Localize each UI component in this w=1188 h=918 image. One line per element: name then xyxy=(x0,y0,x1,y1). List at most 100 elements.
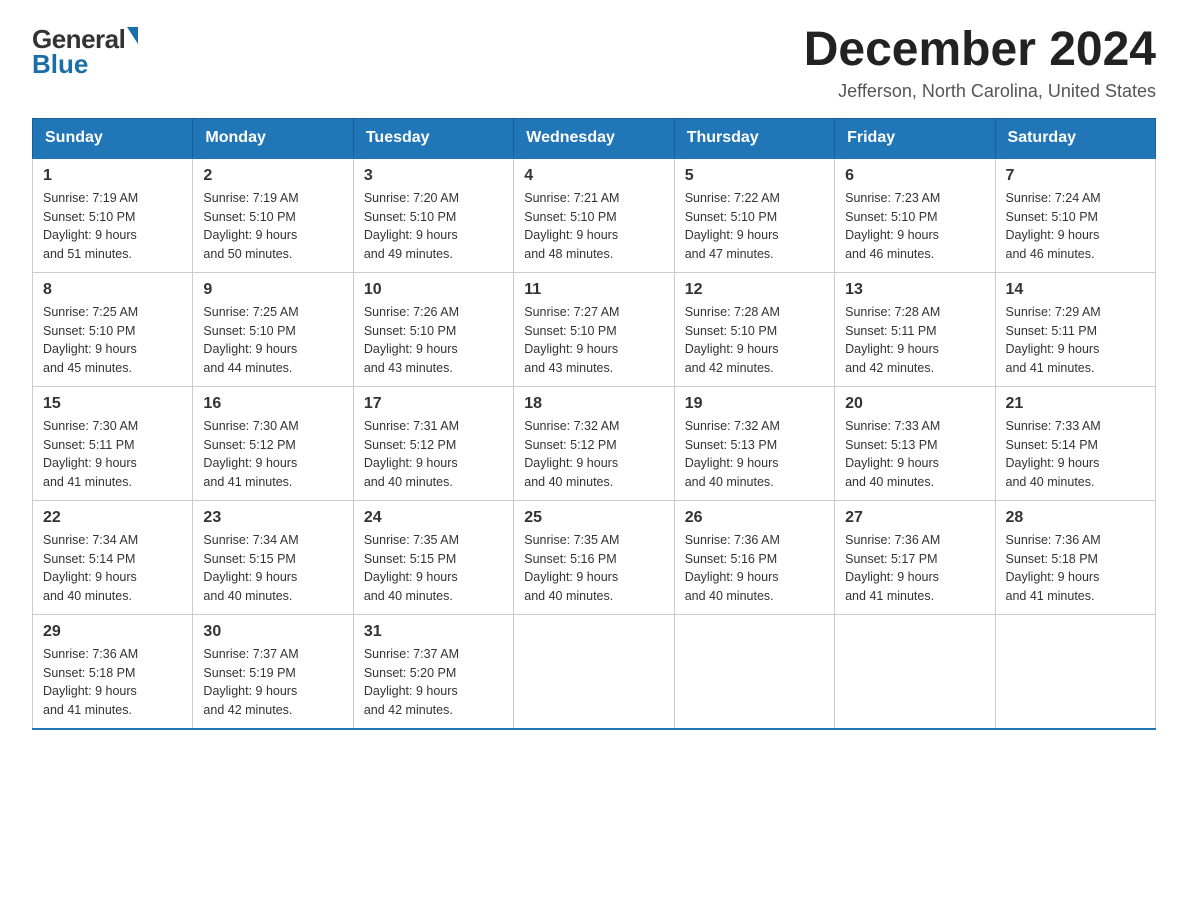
sunrise-label: Sunrise: 7:19 AM xyxy=(43,191,138,205)
daylight-minutes: and 40 minutes. xyxy=(685,475,774,489)
sunrise-label: Sunrise: 7:35 AM xyxy=(364,533,459,547)
daylight-label: Daylight: 9 hours xyxy=(364,342,458,356)
sunset-label: Sunset: 5:10 PM xyxy=(203,324,295,338)
logo-blue-text: Blue xyxy=(32,49,88,80)
day-info: Sunrise: 7:35 AM Sunset: 5:16 PM Dayligh… xyxy=(524,531,663,606)
sunset-label: Sunset: 5:10 PM xyxy=(43,324,135,338)
day-number: 14 xyxy=(1006,281,1145,299)
daylight-minutes: and 40 minutes. xyxy=(203,589,292,603)
sunset-label: Sunset: 5:10 PM xyxy=(845,210,937,224)
daylight-label: Daylight: 9 hours xyxy=(845,570,939,584)
sunset-label: Sunset: 5:11 PM xyxy=(43,438,135,452)
sunset-label: Sunset: 5:10 PM xyxy=(524,210,616,224)
daylight-minutes: and 40 minutes. xyxy=(364,475,453,489)
calendar-day-cell: 27 Sunrise: 7:36 AM Sunset: 5:17 PM Dayl… xyxy=(835,500,995,614)
daylight-minutes: and 42 minutes. xyxy=(845,361,934,375)
sunset-label: Sunset: 5:10 PM xyxy=(524,324,616,338)
day-number: 28 xyxy=(1006,509,1145,527)
sunrise-label: Sunrise: 7:32 AM xyxy=(524,419,619,433)
daylight-minutes: and 46 minutes. xyxy=(1006,247,1095,261)
day-info: Sunrise: 7:31 AM Sunset: 5:12 PM Dayligh… xyxy=(364,417,503,492)
sunset-label: Sunset: 5:10 PM xyxy=(364,324,456,338)
sunrise-label: Sunrise: 7:33 AM xyxy=(845,419,940,433)
calendar-day-cell: 25 Sunrise: 7:35 AM Sunset: 5:16 PM Dayl… xyxy=(514,500,674,614)
day-of-week-header-saturday: Saturday xyxy=(995,118,1155,158)
calendar-day-cell: 11 Sunrise: 7:27 AM Sunset: 5:10 PM Dayl… xyxy=(514,272,674,386)
daylight-minutes: and 40 minutes. xyxy=(524,589,613,603)
daylight-label: Daylight: 9 hours xyxy=(203,342,297,356)
sunset-label: Sunset: 5:10 PM xyxy=(203,210,295,224)
calendar-day-cell: 4 Sunrise: 7:21 AM Sunset: 5:10 PM Dayli… xyxy=(514,158,674,273)
sunrise-label: Sunrise: 7:31 AM xyxy=(364,419,459,433)
sunset-label: Sunset: 5:17 PM xyxy=(845,552,937,566)
daylight-label: Daylight: 9 hours xyxy=(43,228,137,242)
sunrise-label: Sunrise: 7:23 AM xyxy=(845,191,940,205)
day-number: 5 xyxy=(685,167,824,185)
sunrise-label: Sunrise: 7:21 AM xyxy=(524,191,619,205)
daylight-label: Daylight: 9 hours xyxy=(1006,456,1100,470)
daylight-minutes: and 48 minutes. xyxy=(524,247,613,261)
day-info: Sunrise: 7:36 AM Sunset: 5:17 PM Dayligh… xyxy=(845,531,984,606)
calendar-day-cell: 21 Sunrise: 7:33 AM Sunset: 5:14 PM Dayl… xyxy=(995,386,1155,500)
calendar-day-cell: 10 Sunrise: 7:26 AM Sunset: 5:10 PM Dayl… xyxy=(353,272,513,386)
calendar-day-cell: 29 Sunrise: 7:36 AM Sunset: 5:18 PM Dayl… xyxy=(33,614,193,729)
daylight-minutes: and 41 minutes. xyxy=(1006,361,1095,375)
sunrise-label: Sunrise: 7:33 AM xyxy=(1006,419,1101,433)
sunset-label: Sunset: 5:16 PM xyxy=(685,552,777,566)
calendar-header: SundayMondayTuesdayWednesdayThursdayFrid… xyxy=(33,118,1156,158)
daylight-minutes: and 41 minutes. xyxy=(43,703,132,717)
calendar-day-cell xyxy=(514,614,674,729)
sunset-label: Sunset: 5:14 PM xyxy=(1006,438,1098,452)
calendar-day-cell: 2 Sunrise: 7:19 AM Sunset: 5:10 PM Dayli… xyxy=(193,158,353,273)
calendar-week-row: 29 Sunrise: 7:36 AM Sunset: 5:18 PM Dayl… xyxy=(33,614,1156,729)
sunrise-label: Sunrise: 7:34 AM xyxy=(43,533,138,547)
sunset-label: Sunset: 5:10 PM xyxy=(685,324,777,338)
day-info: Sunrise: 7:20 AM Sunset: 5:10 PM Dayligh… xyxy=(364,189,503,264)
daylight-label: Daylight: 9 hours xyxy=(364,570,458,584)
sunrise-label: Sunrise: 7:36 AM xyxy=(1006,533,1101,547)
daylight-label: Daylight: 9 hours xyxy=(364,228,458,242)
calendar-day-cell: 14 Sunrise: 7:29 AM Sunset: 5:11 PM Dayl… xyxy=(995,272,1155,386)
day-info: Sunrise: 7:19 AM Sunset: 5:10 PM Dayligh… xyxy=(203,189,342,264)
day-number: 9 xyxy=(203,281,342,299)
sunrise-label: Sunrise: 7:26 AM xyxy=(364,305,459,319)
calendar-day-cell: 26 Sunrise: 7:36 AM Sunset: 5:16 PM Dayl… xyxy=(674,500,834,614)
logo-arrow-icon xyxy=(127,27,138,44)
daylight-minutes: and 41 minutes. xyxy=(43,475,132,489)
day-info: Sunrise: 7:36 AM Sunset: 5:16 PM Dayligh… xyxy=(685,531,824,606)
daylight-minutes: and 42 minutes. xyxy=(203,703,292,717)
day-info: Sunrise: 7:36 AM Sunset: 5:18 PM Dayligh… xyxy=(43,645,182,720)
calendar-day-cell: 23 Sunrise: 7:34 AM Sunset: 5:15 PM Dayl… xyxy=(193,500,353,614)
daylight-label: Daylight: 9 hours xyxy=(845,228,939,242)
daylight-label: Daylight: 9 hours xyxy=(685,342,779,356)
day-number: 15 xyxy=(43,395,182,413)
daylight-label: Daylight: 9 hours xyxy=(43,570,137,584)
calendar-day-cell: 19 Sunrise: 7:32 AM Sunset: 5:13 PM Dayl… xyxy=(674,386,834,500)
daylight-minutes: and 41 minutes. xyxy=(845,589,934,603)
sunset-label: Sunset: 5:13 PM xyxy=(845,438,937,452)
sunrise-label: Sunrise: 7:36 AM xyxy=(685,533,780,547)
logo: General Blue xyxy=(32,24,138,80)
day-info: Sunrise: 7:33 AM Sunset: 5:14 PM Dayligh… xyxy=(1006,417,1145,492)
calendar-day-cell: 9 Sunrise: 7:25 AM Sunset: 5:10 PM Dayli… xyxy=(193,272,353,386)
daylight-label: Daylight: 9 hours xyxy=(364,684,458,698)
daylight-label: Daylight: 9 hours xyxy=(43,456,137,470)
day-number: 2 xyxy=(203,167,342,185)
sunrise-label: Sunrise: 7:24 AM xyxy=(1006,191,1101,205)
day-info: Sunrise: 7:34 AM Sunset: 5:15 PM Dayligh… xyxy=(203,531,342,606)
daylight-label: Daylight: 9 hours xyxy=(1006,570,1100,584)
daylight-label: Daylight: 9 hours xyxy=(43,342,137,356)
sunrise-label: Sunrise: 7:34 AM xyxy=(203,533,298,547)
day-number: 12 xyxy=(685,281,824,299)
day-of-week-header-monday: Monday xyxy=(193,118,353,158)
daylight-minutes: and 40 minutes. xyxy=(1006,475,1095,489)
title-section: December 2024 Jefferson, North Carolina,… xyxy=(804,24,1156,102)
sunset-label: Sunset: 5:10 PM xyxy=(1006,210,1098,224)
sunrise-label: Sunrise: 7:29 AM xyxy=(1006,305,1101,319)
day-number: 18 xyxy=(524,395,663,413)
daylight-minutes: and 40 minutes. xyxy=(685,589,774,603)
sunrise-label: Sunrise: 7:25 AM xyxy=(203,305,298,319)
sunset-label: Sunset: 5:11 PM xyxy=(1006,324,1098,338)
calendar-day-cell: 22 Sunrise: 7:34 AM Sunset: 5:14 PM Dayl… xyxy=(33,500,193,614)
daylight-label: Daylight: 9 hours xyxy=(524,570,618,584)
